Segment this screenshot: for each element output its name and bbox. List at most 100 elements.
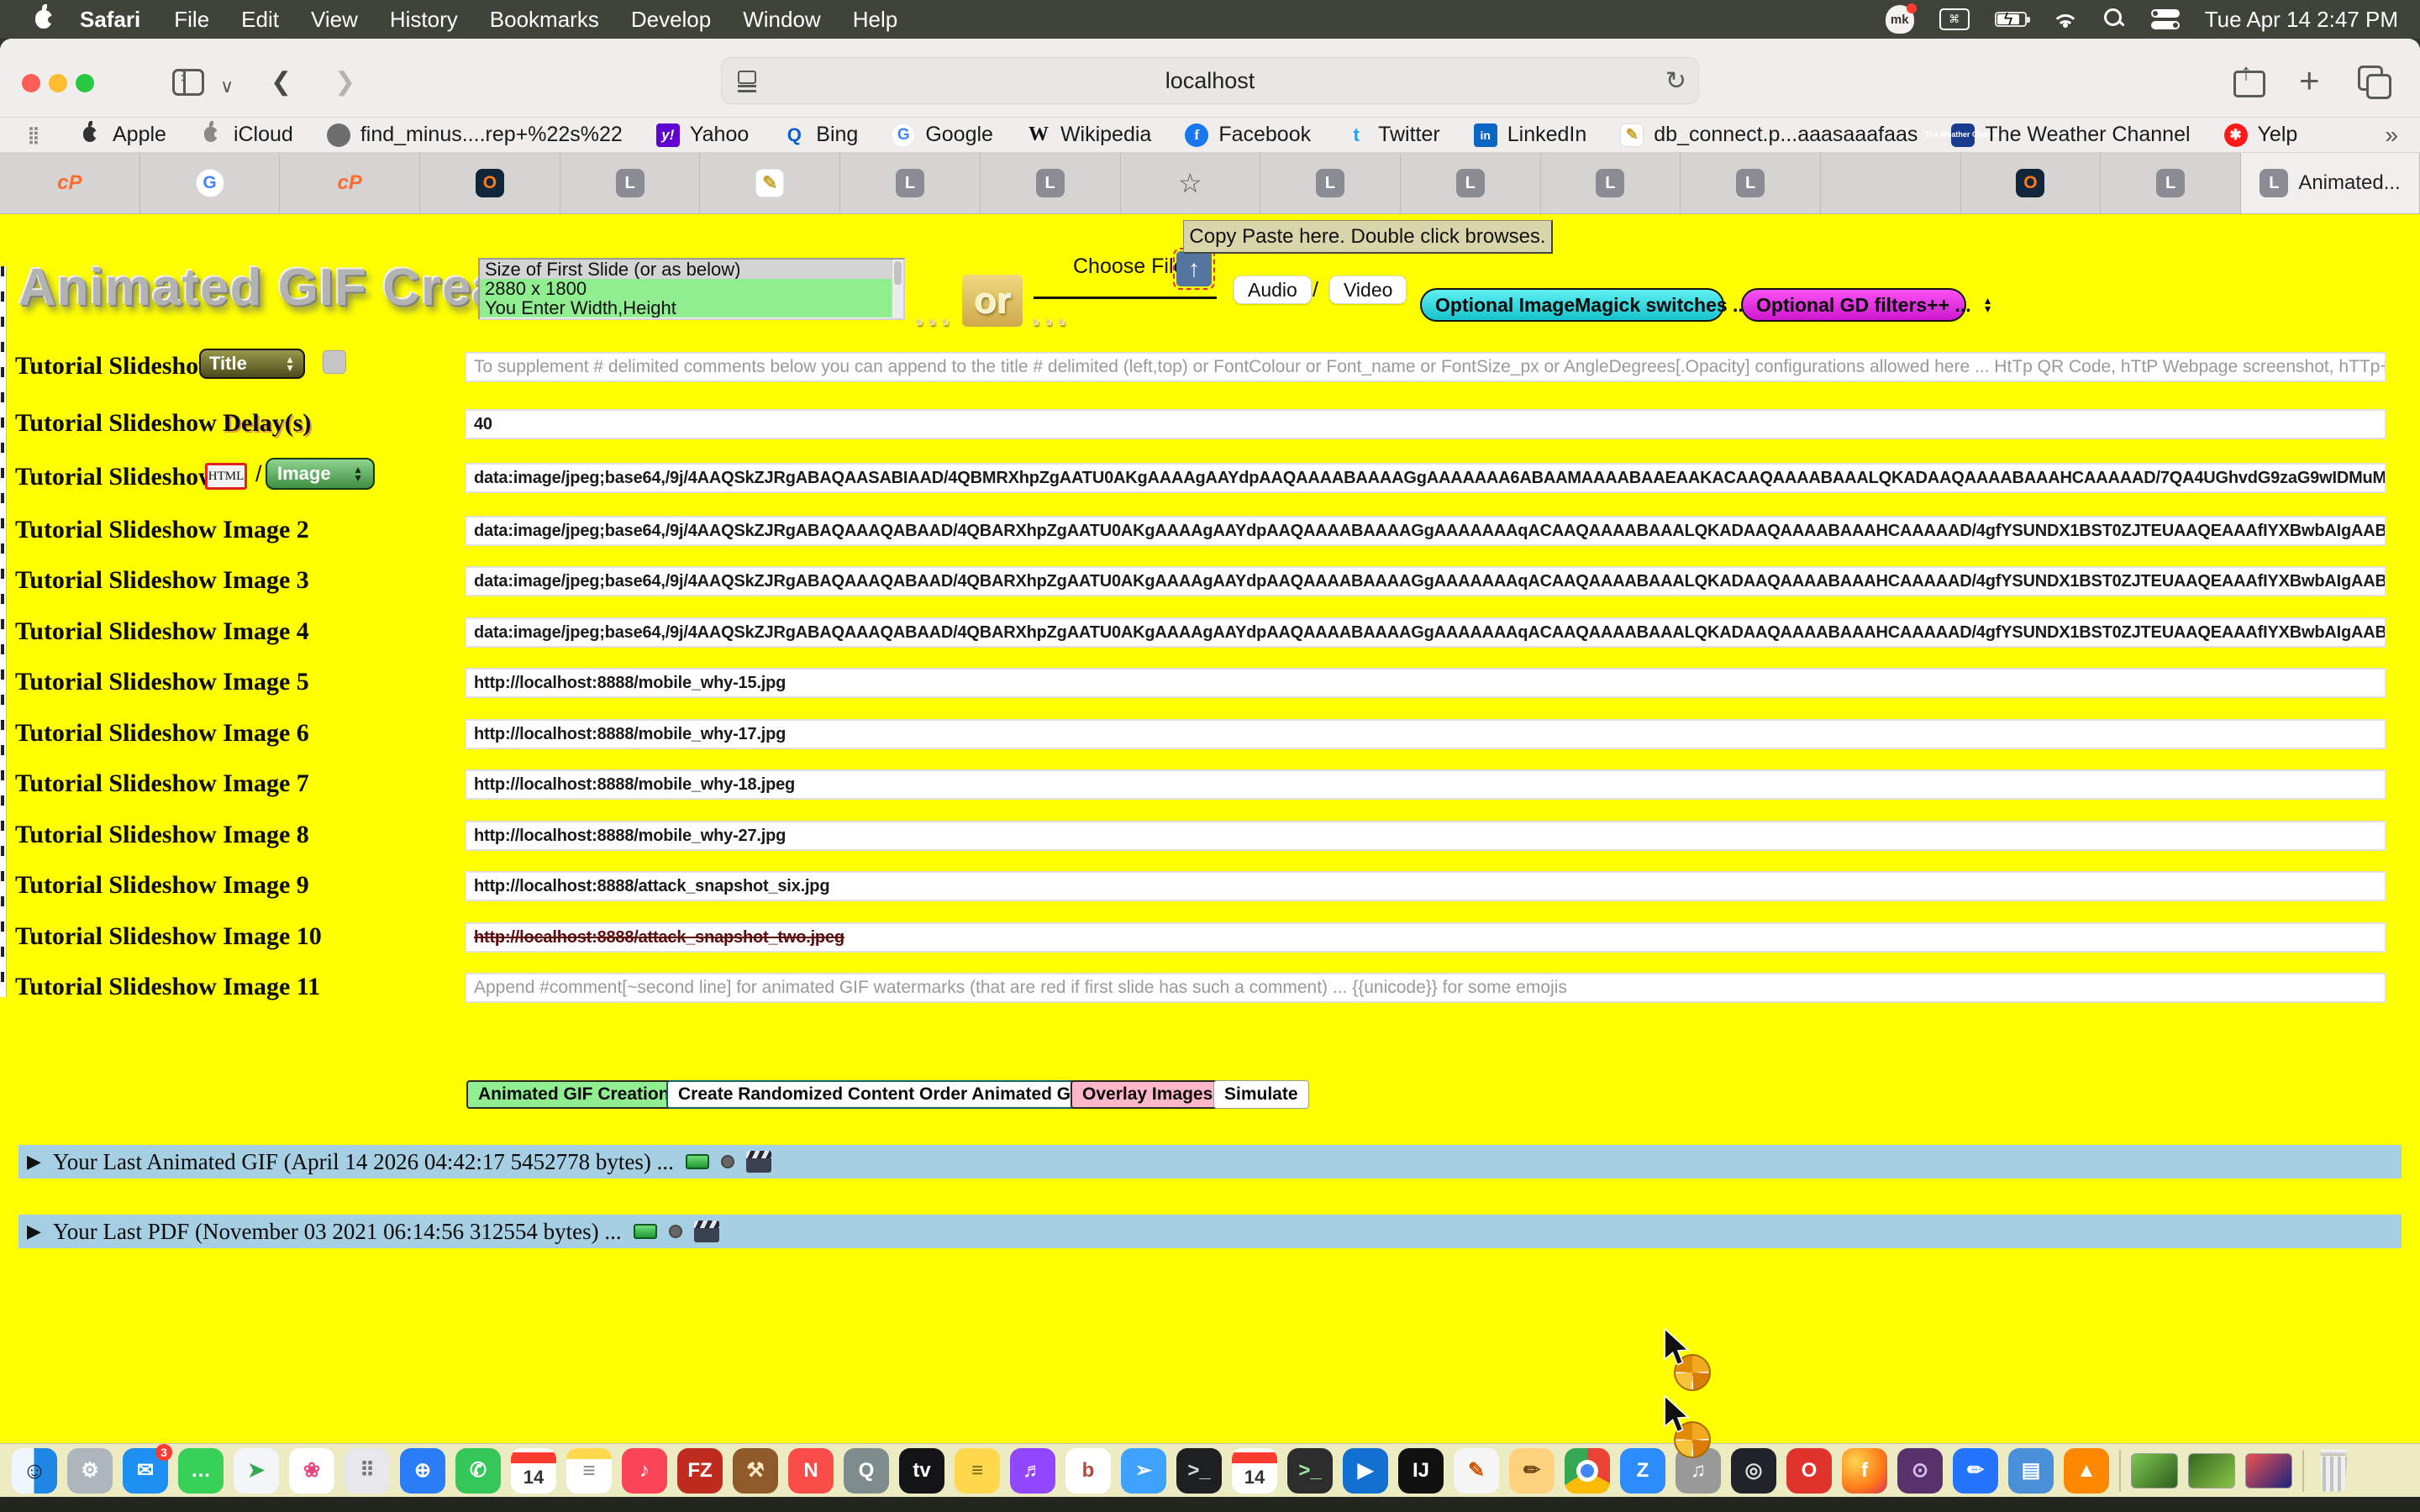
clapperboard-icon[interactable] [746,1151,771,1173]
dock-tor[interactable]: ⊙ [1897,1448,1943,1494]
slideshow-image-7-input[interactable]: http://localhost:8888/mobile_why-18.jpeg [465,769,2386,800]
battery-icon[interactable]: ϟ [1995,12,2027,27]
clapperboard-icon[interactable] [694,1221,719,1242]
dock-terminal-dark[interactable]: >_ [1287,1448,1333,1494]
mk-menubar-icon[interactable]: mk [1886,5,1914,34]
bookmark-db-connect[interactable]: ✎db_connect.p...aaasaaafaas [1620,123,1918,147]
dock-firefox[interactable]: f [1842,1448,1887,1494]
bookmark-linkedin[interactable]: inLinkedIn [1474,123,1587,147]
slideshow-image-4-input[interactable]: data:image/jpeg;base64,/9j/4AAQSkZJRgABA… [465,617,2386,648]
browser-tab-17-active[interactable]: LAnimated... [2241,153,2420,213]
menu-item-edit[interactable]: Edit [225,7,295,32]
last-gif-bar[interactable]: ▶ Your Last Animated GIF (April 14 2026 … [18,1145,2402,1179]
browser-tab-8[interactable]: L [981,153,1121,213]
dock-intellij[interactable]: IJ [1398,1448,1444,1494]
slideshow-image-1-input[interactable]: data:image/jpeg;base64,/9j/4AAQSkZJRgABA… [465,463,2386,493]
disclosure-triangle-icon[interactable]: ▶ [27,1151,41,1173]
wifi-icon[interactable] [2052,9,2079,29]
slideshow-image-6-input[interactable]: http://localhost:8888/mobile_why-17.jpg [465,719,2386,749]
size-option-custom[interactable]: You Enter Width,Height [480,298,903,318]
last-pdf-bar[interactable]: ▶ Your Last PDF (November 03 2021 06:14:… [18,1215,2402,1248]
dock-maps[interactable]: ➤ [234,1448,279,1494]
bookmark-yahoo[interactable]: y!Yahoo [656,123,749,147]
dock-calendar[interactable]: 14 [511,1448,556,1494]
browser-tab-3[interactable]: cP [280,153,420,213]
bookmark-icloud[interactable]: iCloud [200,123,293,147]
dock-pages[interactable]: ✎ [1454,1448,1499,1494]
browser-tab-9[interactable]: ☆ [1121,153,1261,213]
dock-launchpad[interactable]: ⠿ [345,1448,390,1494]
gif-preview-icon[interactable] [686,1154,709,1169]
address-bar[interactable]: localhost ↻ [721,57,1699,104]
dock-docs[interactable]: ▤ [2008,1448,2054,1494]
bookmark-yelp[interactable]: ✱Yelp [2224,123,2298,147]
disclosure-triangle-icon[interactable]: ▶ [27,1221,41,1242]
html-mode-chip[interactable]: HTML [205,463,247,490]
apple-menu-icon[interactable] [24,7,62,32]
randomized-gif-button[interactable]: Create Randomized Content Order Animated… [666,1080,1098,1109]
browser-tab-11[interactable]: L [1401,153,1541,213]
dock-finder[interactable]: ☺ [12,1448,57,1494]
bookmark-wikipedia[interactable]: WWikipedia [1027,123,1151,147]
dock-bear[interactable]: b [1065,1448,1111,1494]
dock-music[interactable]: ♪ [622,1448,667,1494]
dock-filezilla[interactable]: FZ [677,1448,723,1494]
upload-drop-icon[interactable]: ↑ [1176,251,1212,286]
dock-safari[interactable]: ⊕ [400,1448,445,1494]
size-listbox-scrollbar[interactable] [892,260,903,318]
dock-vlc[interactable]: ▲ [2064,1448,2109,1494]
back-button[interactable]: ❮ [271,67,292,97]
forward-button[interactable]: ❯ [334,67,355,97]
browser-tab-5[interactable]: L [560,153,701,213]
bookmark-find-minus[interactable]: find_minus....rep+%22s%22 [327,123,623,147]
slideshow-image-8-input[interactable]: http://localhost:8888/mobile_why-27.jpg [465,821,2386,851]
dock-pencil-editor[interactable]: ✏ [1953,1448,1998,1494]
browser-tab-13[interactable]: L [1681,153,1821,213]
new-tab-button[interactable]: + [2299,60,2320,101]
dock-paint[interactable]: ✏ [1509,1448,1555,1494]
animated-gif-creation-button[interactable]: Animated GIF Creation [466,1080,681,1109]
browser-tab-10[interactable]: L [1260,153,1401,213]
bookmark-twitter[interactable]: tTwitter [1344,123,1440,147]
image-select[interactable]: Image▲▼ [266,458,375,490]
imagemagick-switches-select[interactable]: Optional ImageMagick switches ... ▲▼ [1420,288,1724,322]
spotlight-search-icon[interactable] [2104,8,2126,30]
close-button[interactable] [22,74,40,92]
slideshow-image-10-input[interactable]: http://localhost:8888/attack_snapshot_tw… [465,922,2386,953]
overlay-images-button[interactable]: Overlay Images [1071,1080,1224,1109]
menu-item-develop[interactable]: Develop [615,7,727,32]
browser-tab-14[interactable] [1821,153,1961,213]
dock-stickies[interactable]: ≡ [955,1448,1000,1494]
speaker-icon[interactable] [721,1155,734,1168]
menu-item-window[interactable]: Window [727,7,836,32]
favorites-grid-icon[interactable]: ⣿ [22,123,45,147]
minimized-window-1[interactable] [2131,1453,2178,1488]
dock-quicktime[interactable]: ▶ [1343,1448,1388,1494]
dock-facetime[interactable]: ✆ [455,1448,501,1494]
dock-chrome[interactable] [1565,1448,1610,1494]
delay-input[interactable]: 40 [465,409,2386,439]
bookmark-facebook[interactable]: fFacebook [1185,123,1311,147]
slideshow-image-2-input[interactable]: data:image/jpeg;base64,/9j/4AAQSkZJRgABA… [465,516,2386,546]
dock-podcasts[interactable]: ♬ [1010,1448,1055,1494]
minimize-button[interactable] [49,74,67,92]
sidebar-chevron-icon[interactable]: ∨ [220,76,234,97]
speaker-icon[interactable] [669,1225,682,1238]
browser-tab-7[interactable]: L [840,153,981,213]
bookmark-bing[interactable]: QBing [782,123,858,147]
dock-calendar-alt[interactable]: 14 [1232,1448,1277,1494]
minimized-window-2[interactable] [2188,1453,2235,1488]
tab-overview-icon[interactable] [2358,66,2391,96]
menu-item-file[interactable]: File [158,7,225,32]
zoom-button[interactable] [76,74,94,92]
control-center-icon[interactable] [2151,9,2180,29]
video-button[interactable]: Video [1329,276,1407,304]
title-config-input[interactable]: To supplement # delimited comments below… [465,352,2386,382]
dock-trash[interactable] [2314,1448,2353,1494]
dock-opera[interactable]: O [1786,1448,1832,1494]
size-option-header[interactable]: Size of First Slide (or as below) [480,260,903,279]
browser-tab-1[interactable]: cP [0,153,140,213]
dock-terminal[interactable]: >_ [1176,1448,1222,1494]
dock-messages[interactable]: … [178,1448,224,1494]
dock-photos[interactable]: ❀ [289,1448,334,1494]
